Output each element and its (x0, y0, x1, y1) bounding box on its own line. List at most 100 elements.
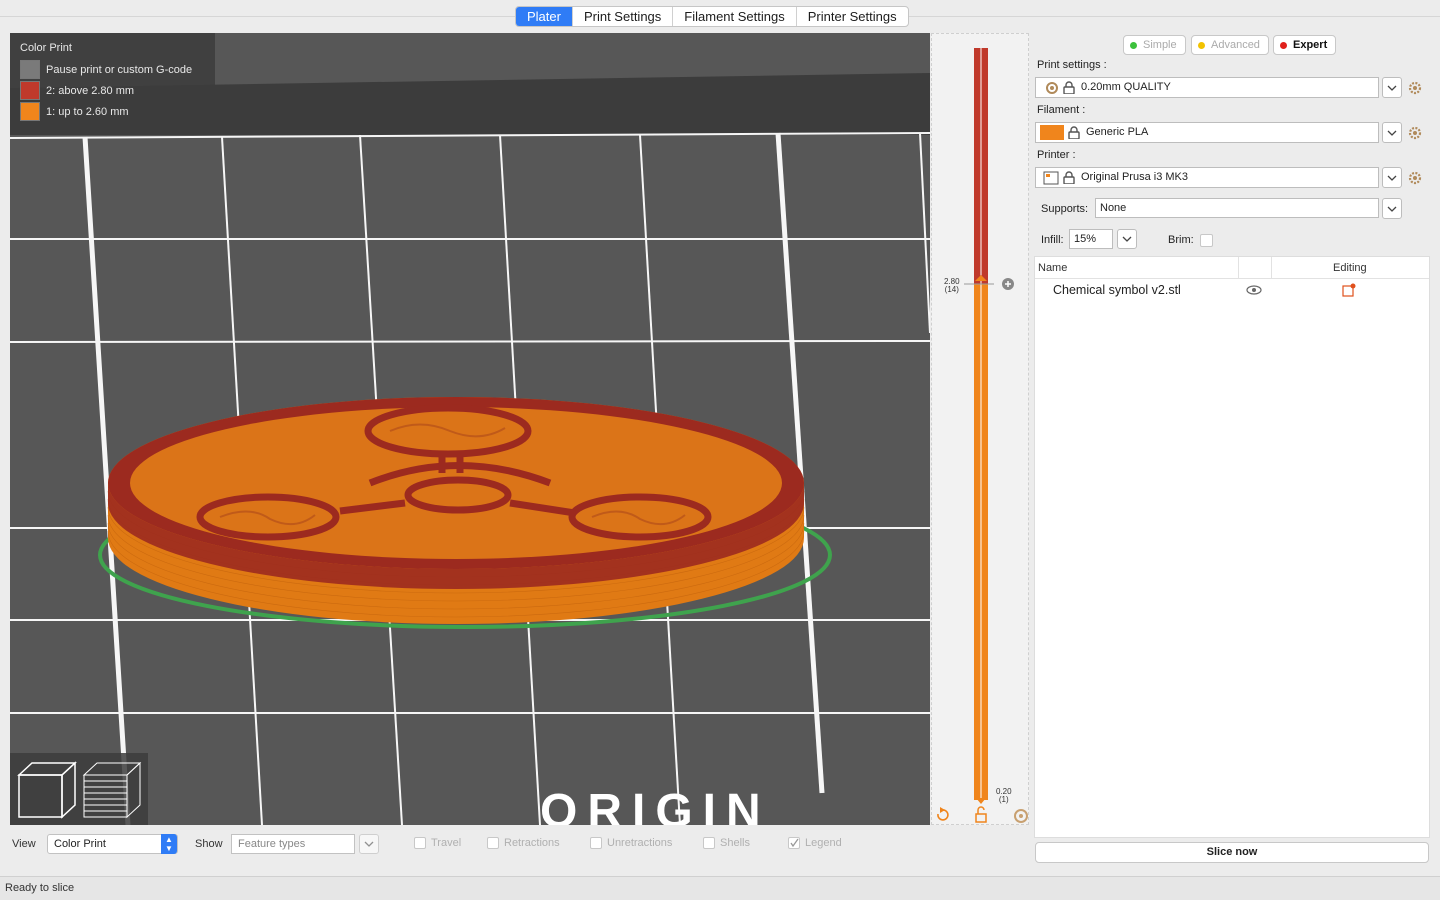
filament-combo[interactable]: Generic PLA (1035, 122, 1379, 143)
legend-swatch (20, 60, 40, 79)
legend-label: 2: above 2.80 mm (46, 84, 135, 97)
unretractions-checkbox[interactable]: Unretractions (590, 837, 672, 849)
printer-gear-icon[interactable] (1408, 171, 1422, 185)
legend-label: 1: up to 2.60 mm (46, 105, 129, 118)
check-label: Legend (805, 837, 842, 849)
infill-input[interactable]: 15% (1069, 229, 1113, 249)
legend-item: 2: above 2.80 mm (20, 80, 205, 101)
printer-dropdown[interactable] (1382, 167, 1402, 188)
view-label: View (12, 838, 36, 850)
column-divider (1238, 257, 1239, 279)
legend-title: Color Print (20, 42, 72, 54)
supports-select[interactable]: None (1095, 198, 1379, 218)
infill-dropdown[interactable] (1117, 229, 1137, 249)
chevron-down-icon (1387, 85, 1397, 91)
print-settings-dropdown[interactable] (1382, 77, 1402, 98)
lock-icon (1063, 81, 1075, 94)
object-list-header: Name Editing (1035, 257, 1429, 279)
column-divider (1271, 257, 1272, 279)
slider-top-label: 2.80 (14) (944, 277, 960, 294)
printer-profile-icon (1043, 171, 1059, 184)
tab-print-settings[interactable]: Print Settings (573, 7, 674, 26)
checkbox[interactable] (788, 837, 800, 849)
show-label: Show (195, 838, 223, 850)
retractions-checkbox[interactable]: Retractions (487, 837, 560, 849)
brim-label: Brim: (1168, 234, 1194, 246)
print-profile-gear-icon (1046, 81, 1058, 94)
color-print-legend: Color Print Pause print or custom G-code… (10, 33, 215, 135)
checkbox[interactable] (414, 837, 426, 849)
slider-bottom-label: 0.20 (1) (996, 787, 1012, 804)
lock-icon (1068, 126, 1080, 139)
supports-label: Supports: (1041, 203, 1089, 215)
chevron-down-icon (1387, 175, 1397, 181)
supports-dropdown[interactable] (1382, 198, 1402, 219)
print-settings-label: Print settings : (1037, 59, 1107, 71)
mode-expert-button[interactable]: Expert (1273, 35, 1337, 55)
chevron-down-icon (1387, 206, 1397, 212)
object-row[interactable]: Chemical symbol v2.stl (1035, 279, 1429, 301)
check-label: Travel (431, 837, 462, 849)
shells-checkbox[interactable]: Shells (703, 837, 750, 849)
checkbox[interactable] (487, 837, 499, 849)
feature-types-select[interactable]: Feature types (231, 834, 355, 854)
mode-simple-button[interactable]: Simple (1123, 35, 1186, 55)
legend-item: 1: up to 2.60 mm (20, 101, 205, 122)
select-arrows-icon: ▲ ▼ (161, 834, 177, 854)
print-settings-gear-icon[interactable] (1408, 81, 1422, 95)
legend-item: Pause print or custom G-code (20, 59, 205, 80)
bed-origin-label: ORIGIN (540, 785, 761, 825)
printer-label: Printer : (1037, 149, 1076, 161)
chevron-down-icon (1387, 130, 1397, 136)
checkbox[interactable] (703, 837, 715, 849)
3d-preview-viewport[interactable]: ORIGIN Color Print Pause print or custom… (10, 33, 930, 825)
cube-view-icon[interactable] (17, 761, 77, 819)
preview-bottom-bar: View Color Print ▲ ▼ Show Feature types T… (0, 828, 1030, 860)
main-tabbar: Plater Print Settings Filament Settings … (515, 6, 909, 27)
status-bar: Ready to slice (0, 876, 1440, 900)
check-label: Retractions (504, 837, 560, 849)
view-toolbar (10, 753, 148, 825)
printer-combo[interactable]: Original Prusa i3 MK3 (1035, 167, 1379, 188)
filament-dropdown[interactable] (1382, 122, 1402, 143)
column-name: Name (1038, 262, 1068, 274)
legend-label: Pause print or custom G-code (46, 63, 193, 76)
revert-icon[interactable] (937, 807, 949, 821)
slider-bottom-thumb[interactable] (976, 798, 986, 804)
view-select[interactable]: Color Print ▲ ▼ (47, 834, 178, 854)
chevron-down-icon (364, 841, 374, 847)
check-label: Shells (720, 837, 750, 849)
eye-icon[interactable] (1246, 285, 1262, 295)
filament-color-swatch (1040, 125, 1064, 140)
tab-plater[interactable]: Plater (516, 7, 573, 26)
checkmark-icon (790, 838, 799, 848)
slider-settings-icon[interactable] (1014, 809, 1028, 823)
simple-dot-icon (1130, 41, 1137, 49)
object-list: Name Editing Chemical symbol v2.stl (1034, 256, 1430, 838)
tab-printer-settings[interactable]: Printer Settings (797, 7, 908, 26)
layers-view-icon[interactable] (82, 761, 142, 819)
lock-icon (1063, 171, 1075, 184)
tab-filament-settings[interactable]: Filament Settings (673, 7, 797, 26)
chevron-down-icon (1122, 236, 1132, 242)
check-label: Unretractions (607, 837, 673, 849)
edit-icon[interactable] (1342, 283, 1356, 297)
unlock-icon[interactable] (975, 806, 987, 823)
object-name: Chemical symbol v2.stl (1053, 283, 1181, 297)
legend-swatch (20, 102, 40, 121)
travel-checkbox[interactable]: Travel (414, 837, 461, 849)
legend-swatch (20, 81, 40, 100)
brim-checkbox[interactable] (1200, 234, 1213, 247)
slice-now-button[interactable]: Slice now (1035, 842, 1429, 863)
add-color-change-icon[interactable] (1002, 278, 1014, 290)
infill-label: Infill: (1041, 234, 1064, 246)
expert-dot-icon (1280, 41, 1287, 49)
filament-label: Filament : (1037, 104, 1086, 116)
mode-advanced-button[interactable]: Advanced (1191, 35, 1269, 55)
filament-gear-icon[interactable] (1408, 126, 1422, 140)
legend-checkbox[interactable]: Legend (788, 837, 842, 849)
column-editing: Editing (1333, 262, 1367, 274)
print-settings-combo[interactable]: 0.20mm QUALITY (1035, 77, 1379, 98)
feature-types-dropdown[interactable] (359, 834, 379, 854)
checkbox[interactable] (590, 837, 602, 849)
